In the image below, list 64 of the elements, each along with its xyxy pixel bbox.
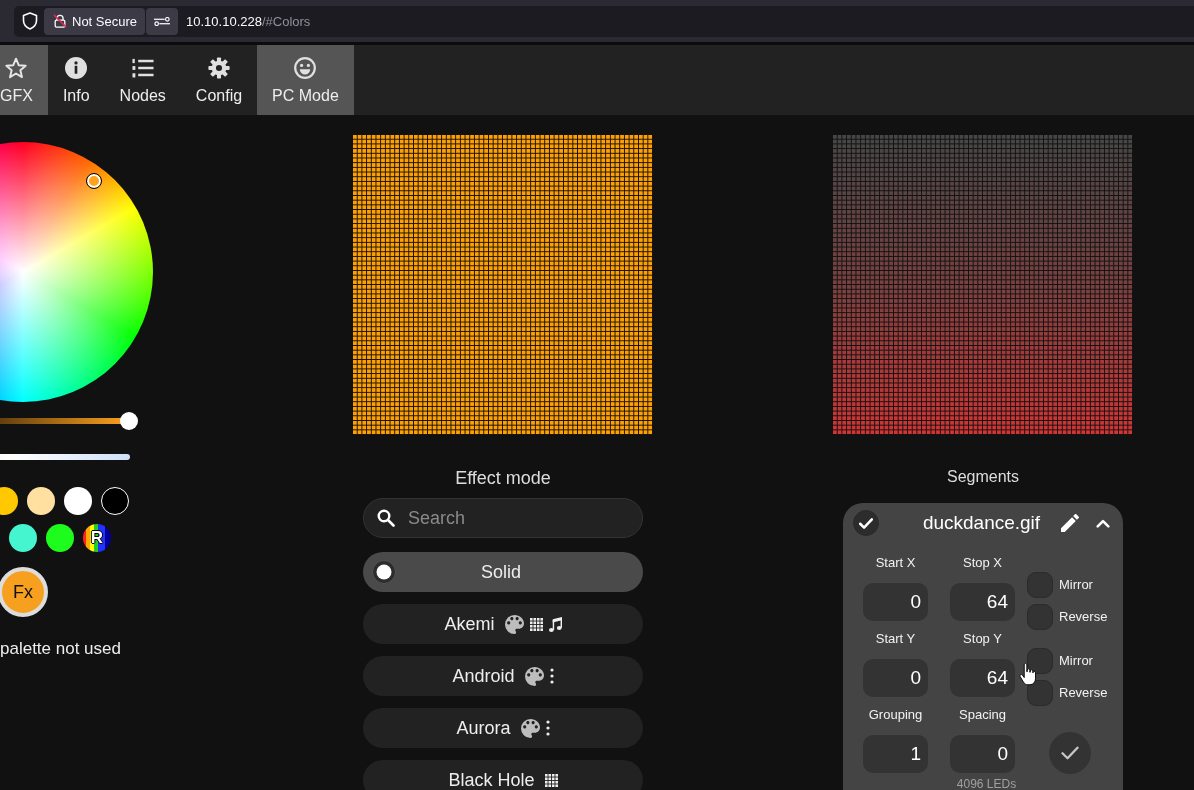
checkbox-label: Reverse	[1059, 685, 1108, 701]
gear-icon	[207, 57, 230, 79]
color-swatch[interactable]	[64, 487, 92, 515]
segment-name: duckdance.gif	[922, 512, 1041, 534]
nav-tab[interactable]: PC Mode	[257, 45, 354, 115]
field-label: Spacing	[959, 707, 1006, 723]
section-title: Effect mode	[455, 467, 551, 489]
checkbox[interactable]	[1027, 648, 1053, 674]
fx-button[interactable]: Fx	[0, 567, 48, 617]
checkbox-label: Mirror	[1059, 577, 1093, 593]
nav-tab[interactable]: GFX	[0, 45, 48, 115]
numbered-list-icon	[131, 57, 154, 79]
sliders-icon	[154, 16, 171, 26]
segment-checkbox[interactable]	[853, 510, 879, 536]
radio-icon	[372, 560, 396, 584]
section-title: Segments	[946, 468, 1019, 486]
checkbox-label: Reverse	[1059, 609, 1108, 625]
check-icon	[1061, 746, 1079, 760]
info-icon	[65, 57, 88, 79]
field-label: Grouping	[868, 707, 923, 723]
effect-list-item[interactable]: Aurora	[363, 708, 643, 748]
color-swatch[interactable]	[101, 487, 129, 515]
color-picker-handle[interactable]	[86, 173, 102, 189]
apply-button[interactable]	[1049, 732, 1091, 774]
smiley-icon	[294, 57, 317, 79]
effect-list-item[interactable]: Android	[363, 656, 643, 696]
checkbox-label: Mirror	[1059, 653, 1093, 669]
hand-cursor-icon	[1019, 662, 1036, 686]
number-input[interactable]: 0	[950, 735, 1015, 773]
slider-thumb[interactable]	[120, 412, 138, 430]
number-input[interactable]: 0	[863, 659, 928, 697]
security-indicator[interactable]: Not Secure	[44, 7, 146, 35]
effect-list-item[interactable]: Black Hole	[363, 760, 643, 790]
led-count-text: 4096 LEDs	[956, 777, 1017, 790]
effect-list-item[interactable]: Solid	[363, 552, 643, 592]
field-label: Start X	[875, 555, 916, 571]
nav-tab[interactable]: Info	[47, 45, 105, 115]
shield-icon[interactable]	[22, 12, 38, 30]
checkbox[interactable]	[1027, 680, 1053, 706]
number-input[interactable]: 64	[950, 583, 1015, 621]
number-input[interactable]: 0	[863, 583, 928, 621]
color-swatch[interactable]	[46, 524, 74, 552]
effect-list-item[interactable]: Akemi	[363, 604, 643, 644]
search-icon	[377, 509, 395, 527]
url-text[interactable]: 10.10.10.228/#Colors	[186, 13, 311, 29]
palette-status-text: palette not used	[0, 639, 121, 659]
number-input[interactable]: 64	[950, 659, 1015, 697]
nav-tab[interactable]: Nodes	[104, 45, 181, 115]
checkbox[interactable]	[1027, 572, 1053, 598]
pencil-icon[interactable]	[1061, 514, 1079, 532]
lock-slash-icon	[53, 14, 67, 28]
field-label: Start Y	[875, 631, 916, 647]
checkbox[interactable]	[1027, 604, 1053, 630]
search-field[interactable]: Search	[363, 498, 643, 538]
star-icon	[5, 57, 28, 79]
color-swatch[interactable]	[9, 524, 37, 552]
nav-tab[interactable]: Config	[180, 45, 258, 115]
field-label: Stop X	[963, 555, 1002, 571]
chevron-up-icon[interactable]	[1096, 518, 1110, 528]
field-label: Stop Y	[963, 631, 1002, 647]
color-swatch[interactable]	[27, 487, 55, 515]
permissions-button[interactable]	[146, 7, 179, 35]
check-icon	[859, 517, 873, 529]
number-input[interactable]: 1	[863, 735, 928, 773]
